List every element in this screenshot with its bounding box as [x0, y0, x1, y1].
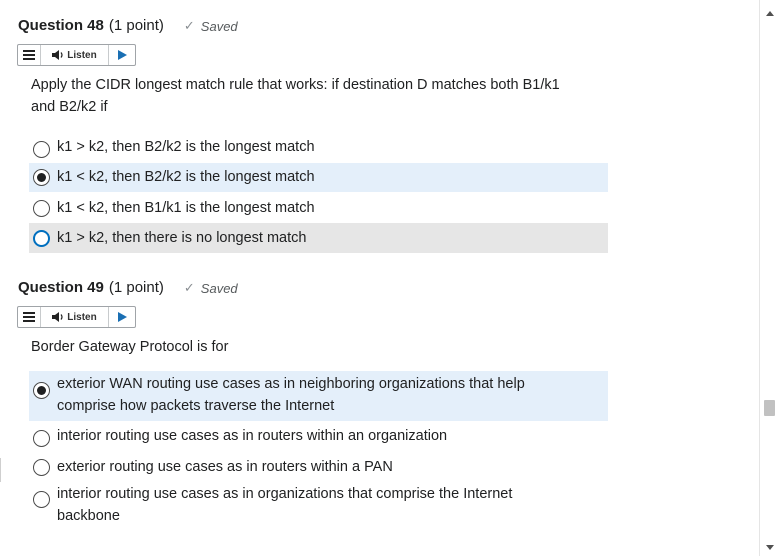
question-points: (1 point)	[108, 17, 164, 34]
saved-status: ✓ Saved	[184, 280, 238, 296]
menu-lines-icon[interactable]	[18, 45, 41, 65]
option-label-line: interior routing use cases as in organiz…	[57, 486, 513, 502]
readspeaker-toolbar: Listen	[17, 306, 136, 328]
scroll-up-arrow-icon[interactable]	[766, 11, 774, 16]
speaker-icon	[52, 312, 64, 322]
readspeaker-toolbar: Listen	[17, 44, 136, 66]
speaker-icon	[52, 50, 64, 60]
option-label: k1 > k2, then there is no longest match	[57, 230, 307, 246]
question-prompt: Border Gateway Protocol is for	[31, 336, 228, 358]
vertical-scrollbar[interactable]	[759, 0, 780, 556]
option-label: k1 < k2, then B1/k1 is the longest match	[57, 200, 315, 216]
prompt-line: Border Gateway Protocol is for	[31, 339, 229, 355]
answer-option[interactable]: interior routing use cases as in organiz…	[29, 483, 608, 529]
scroll-down-arrow-icon[interactable]	[766, 545, 774, 550]
option-label: exterior WAN routing use cases as in nei…	[57, 373, 525, 417]
check-icon: ✓	[183, 280, 195, 295]
answer-option-selected[interactable]: exterior WAN routing use cases as in nei…	[29, 371, 608, 421]
quiz-content: Question 48 (1 point) ✓ Saved Listen App…	[0, 0, 760, 556]
radio-icon[interactable]	[33, 169, 50, 186]
question-prompt: Apply the CIDR longest match rule that w…	[31, 74, 560, 118]
radio-dot-icon	[37, 386, 46, 395]
saved-label: Saved	[200, 280, 238, 296]
question-title: Question 49	[18, 279, 104, 296]
listen-label: Listen	[67, 311, 97, 323]
answer-option-hovered[interactable]: k1 > k2, then there is no longest match	[29, 223, 608, 253]
radio-icon[interactable]	[33, 430, 50, 447]
play-icon[interactable]	[109, 307, 135, 327]
option-label-line: comprise how packets traverse the Intern…	[57, 398, 335, 414]
option-label: interior routing use cases as in routers…	[57, 428, 448, 444]
answer-option[interactable]: exterior routing use cases as in routers…	[29, 456, 608, 484]
menu-lines-icon[interactable]	[18, 307, 41, 327]
radio-dot-icon	[37, 173, 46, 182]
scrollbar-thumb[interactable]	[764, 400, 775, 416]
question-points: (1 point)	[108, 279, 164, 296]
option-label: exterior routing use cases as in routers…	[57, 459, 393, 475]
question-48-header: Question 48 (1 point) ✓ Saved	[18, 17, 238, 34]
prompt-line: and B2/k2 if	[31, 99, 108, 115]
listen-button[interactable]: Listen	[41, 45, 109, 65]
radio-icon[interactable]	[33, 459, 50, 476]
listen-button[interactable]: Listen	[41, 307, 109, 327]
divider	[0, 458, 1, 482]
option-label-line: exterior WAN routing use cases as in nei…	[57, 376, 525, 392]
answer-option-selected[interactable]: k1 < k2, then B2/k2 is the longest match	[29, 163, 608, 192]
radio-icon[interactable]	[33, 230, 50, 247]
radio-icon[interactable]	[33, 141, 50, 158]
saved-status: ✓ Saved	[184, 18, 238, 34]
play-icon[interactable]	[109, 45, 135, 65]
answer-option[interactable]: interior routing use cases as in routers…	[29, 425, 608, 453]
saved-label: Saved	[200, 18, 238, 34]
check-icon: ✓	[183, 18, 195, 33]
question-title: Question 48	[18, 17, 104, 34]
option-label: k1 > k2, then B2/k2 is the longest match	[57, 139, 315, 155]
radio-icon[interactable]	[33, 491, 50, 508]
answer-option[interactable]: k1 > k2, then B2/k2 is the longest match	[29, 135, 608, 165]
listen-label: Listen	[67, 49, 97, 61]
radio-icon[interactable]	[33, 200, 50, 217]
question-49-header: Question 49 (1 point) ✓ Saved	[18, 279, 238, 296]
prompt-line: Apply the CIDR longest match rule that w…	[31, 77, 560, 93]
option-label: interior routing use cases as in organiz…	[57, 483, 512, 527]
radio-icon[interactable]	[33, 382, 50, 399]
answer-option[interactable]: k1 < k2, then B1/k1 is the longest match	[29, 194, 608, 223]
option-label-line: backbone	[57, 508, 120, 524]
option-label: k1 < k2, then B2/k2 is the longest match	[57, 169, 315, 185]
